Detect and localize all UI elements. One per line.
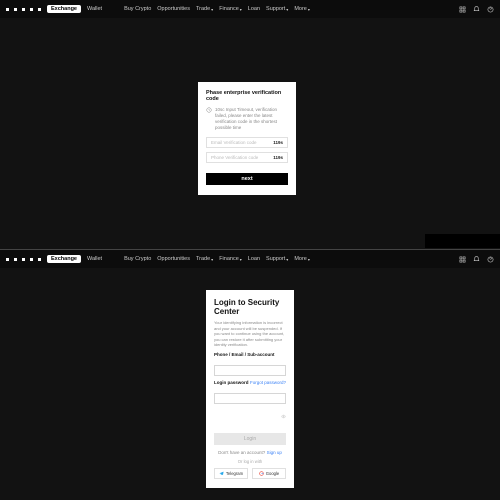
chevron-down-icon: ▾ <box>211 257 213 262</box>
bell-icon[interactable] <box>472 255 480 263</box>
nav-more[interactable]: More▾ <box>294 6 310 12</box>
top-navbar: Exchange Wallet Buy Crypto Opportunities… <box>0 250 500 268</box>
identifier-label: Phone / Email / Sub-account <box>214 352 286 357</box>
warning-text: 10sc Input Timeout, verification failed,… <box>206 107 288 131</box>
nav-trade[interactable]: Trade▾ <box>196 256 213 262</box>
nav-loan[interactable]: Loan <box>248 256 260 262</box>
email-timer: 119s <box>273 140 283 145</box>
wallet-tab[interactable]: Wallet <box>87 6 102 12</box>
identifier-input[interactable] <box>214 365 286 376</box>
login-modal: Login to Security Center Your identifyin… <box>206 290 294 488</box>
email-code-field[interactable]: 119s <box>206 137 288 148</box>
nav-finance[interactable]: Finance▾ <box>219 256 242 262</box>
phone-timer: 119s <box>273 155 283 160</box>
login-button[interactable]: Login <box>214 433 286 445</box>
phone-code-input[interactable] <box>211 155 266 160</box>
email-code-input[interactable] <box>211 140 266 145</box>
wallet-tab[interactable]: Wallet <box>87 256 102 262</box>
nav-support[interactable]: Support▾ <box>266 256 288 262</box>
chevron-down-icon: ▾ <box>211 7 213 12</box>
google-icon <box>259 471 264 476</box>
help-icon[interactable] <box>486 255 494 263</box>
chevron-down-icon: ▾ <box>308 7 310 12</box>
login-title: Login to Security Center <box>214 298 286 316</box>
login-desc: Your identifying information is incorrec… <box>214 320 286 347</box>
nav-loan[interactable]: Loan <box>248 6 260 12</box>
nav-buy-crypto[interactable]: Buy Crypto <box>124 6 151 12</box>
toggle-password-icon[interactable] <box>214 406 286 424</box>
chevron-down-icon: ▾ <box>286 257 288 262</box>
okx-logo[interactable] <box>6 258 41 261</box>
or-divider: Or log in with <box>214 459 286 464</box>
nav-opportunities[interactable]: Opportunities <box>157 6 190 12</box>
apps-icon[interactable] <box>458 255 466 263</box>
exchange-tab[interactable]: Exchange <box>47 5 81 13</box>
signup-link[interactable]: Sign up <box>267 450 282 455</box>
screenshot-verification: Exchange Wallet Buy Crypto Opportunities… <box>0 0 500 250</box>
okx-logo[interactable] <box>6 8 41 11</box>
telegram-login-button[interactable]: Telegram <box>214 468 248 479</box>
apps-icon[interactable] <box>458 5 466 13</box>
telegram-icon <box>219 471 224 476</box>
password-label: Login password <box>214 380 249 385</box>
nav-more[interactable]: More▾ <box>294 256 310 262</box>
bell-icon[interactable] <box>472 5 480 13</box>
chevron-down-icon: ▾ <box>240 257 242 262</box>
screenshot-login: Exchange Wallet Buy Crypto Opportunities… <box>0 250 500 500</box>
clock-icon <box>206 107 212 131</box>
nav-trade[interactable]: Trade▾ <box>196 6 213 12</box>
exchange-tab[interactable]: Exchange <box>47 255 81 263</box>
nav-opportunities[interactable]: Opportunities <box>157 256 190 262</box>
google-login-button[interactable]: Google <box>252 468 286 479</box>
chevron-down-icon: ▾ <box>240 7 242 12</box>
forgot-password-link[interactable]: Forgot password? <box>250 380 286 385</box>
modal-title: Phase enterprise verification code <box>206 90 288 102</box>
password-input[interactable] <box>214 393 286 404</box>
verification-modal: Phase enterprise verification code 10sc … <box>198 82 296 195</box>
nav-finance[interactable]: Finance▾ <box>219 6 242 12</box>
phone-code-field[interactable]: 119s <box>206 152 288 163</box>
signup-row: Don't have an account? Sign up <box>214 450 286 455</box>
nav-support[interactable]: Support▾ <box>266 6 288 12</box>
help-icon[interactable] <box>486 5 494 13</box>
top-navbar: Exchange Wallet Buy Crypto Opportunities… <box>0 0 500 18</box>
chevron-down-icon: ▾ <box>308 257 310 262</box>
footer-strip <box>425 234 500 248</box>
nav-buy-crypto[interactable]: Buy Crypto <box>124 256 151 262</box>
chevron-down-icon: ▾ <box>286 7 288 12</box>
next-button[interactable]: next <box>206 173 288 185</box>
